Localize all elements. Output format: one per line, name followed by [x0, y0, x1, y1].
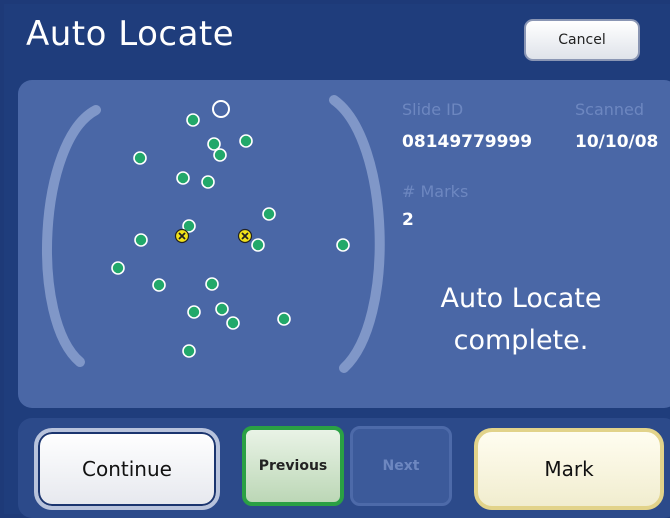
slide-object [213, 148, 227, 162]
status-message: Auto Locate complete. [396, 278, 646, 362]
slide-object [186, 113, 200, 127]
slide-object [133, 151, 147, 165]
left-bracket-icon [42, 105, 101, 367]
slide-object [134, 233, 148, 247]
scanned-value: 10/10/08 [575, 132, 659, 152]
marks-count: 2 [402, 210, 414, 230]
slide-object [176, 171, 190, 185]
selected-object [212, 100, 230, 118]
detected-objects [111, 113, 350, 358]
slide-object [201, 175, 215, 189]
status-line-1: Auto Locate [440, 283, 602, 314]
previous-button[interactable]: Previous [242, 426, 344, 506]
slide-id-label: Slide ID [402, 100, 464, 119]
slide-panel: Slide ID 08149779999 Scanned 10/10/08 # … [18, 80, 670, 408]
slide-object [262, 207, 276, 221]
slide-object [111, 261, 125, 275]
right-bracket-icon [329, 95, 385, 373]
cancel-button[interactable]: Cancel [524, 19, 640, 61]
slide-view[interactable] [18, 80, 398, 408]
slide-object [207, 137, 221, 151]
marked-object[interactable] [174, 228, 190, 244]
page-title: Auto Locate [26, 14, 235, 54]
slide-object [239, 134, 253, 148]
mark-button[interactable]: Mark [474, 428, 664, 510]
slide-object [251, 238, 265, 252]
slide-object [277, 312, 291, 326]
slide-object [205, 277, 219, 291]
slide-object [152, 278, 166, 292]
slide-object [215, 302, 229, 316]
continue-button[interactable]: Continue [34, 428, 220, 510]
scanned-label: Scanned [575, 100, 645, 119]
marked-object[interactable] [237, 228, 253, 244]
marks-label: # Marks [402, 182, 469, 201]
slide-object [336, 238, 350, 252]
slide-object [182, 344, 196, 358]
slide-id-value: 08149779999 [402, 132, 533, 152]
slide-object [187, 305, 201, 319]
status-line-2: complete. [453, 325, 589, 356]
next-button[interactable]: Next [350, 426, 452, 506]
slide-object [226, 316, 240, 330]
